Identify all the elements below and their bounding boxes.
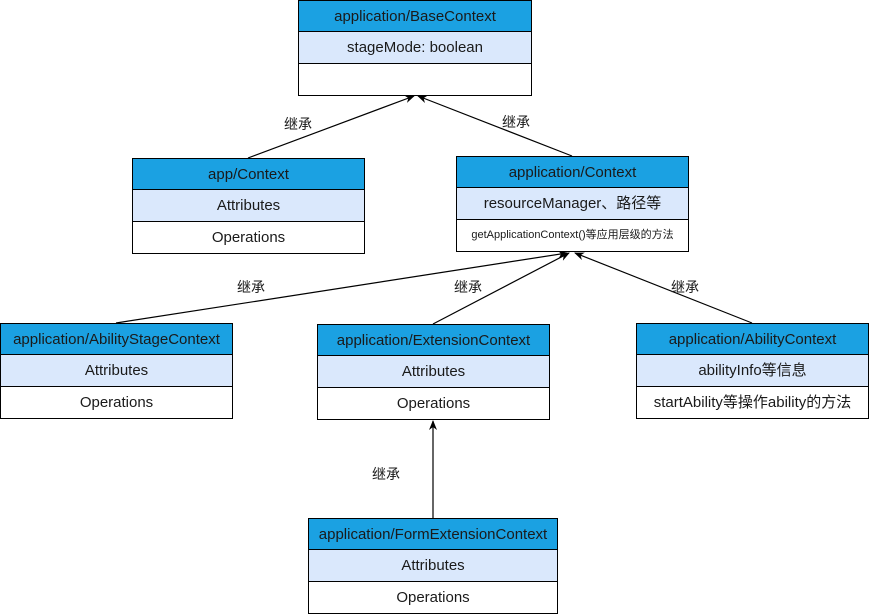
class-operations: Operations (0, 387, 233, 419)
class-form-extension-context[interactable]: application/FormExtensionContext Attribu… (308, 518, 558, 614)
class-attributes: abilityInfo等信息 (636, 355, 869, 387)
class-name: application/ExtensionContext (317, 324, 550, 356)
edge-label: 继承 (502, 114, 530, 130)
edge-application-context-to-base (417, 95, 573, 157)
edge-app-context-to-base (247, 95, 415, 159)
class-attributes: Attributes (0, 355, 233, 387)
class-attributes: stageMode: boolean (298, 32, 532, 64)
class-name: application/AbilityContext (636, 323, 869, 355)
class-attributes: Attributes (132, 190, 365, 222)
class-operations: getApplicationContext()等应用层级的方法 (456, 220, 689, 252)
class-extension-context[interactable]: application/ExtensionContext Attributes … (317, 324, 550, 420)
class-attributes: resourceManager、路径等 (456, 188, 689, 220)
class-operations: Operations (132, 222, 365, 254)
class-application-context[interactable]: application/Context resourceManager、路径等 … (456, 156, 689, 252)
class-operations: Operations (308, 582, 558, 614)
edge-ability-context-to-context (574, 252, 753, 324)
edge-label: 继承 (372, 466, 400, 482)
edge-label: 继承 (454, 279, 482, 295)
edge-label: 继承 (284, 116, 312, 132)
class-attributes: Attributes (308, 550, 558, 582)
edge-label: 继承 (237, 279, 265, 295)
class-name: app/Context (132, 158, 365, 190)
class-operations: startAbility等操作ability的方法 (636, 387, 869, 419)
class-ability-stage-context[interactable]: application/AbilityStageContext Attribut… (0, 323, 233, 419)
edge-label: 继承 (671, 279, 699, 295)
class-app-context[interactable]: app/Context Attributes Operations (132, 158, 365, 254)
edge-ability-stage-to-context (115, 250, 568, 324)
class-base-context[interactable]: application/BaseContext stageMode: boole… (298, 0, 532, 96)
class-attributes: Attributes (317, 356, 550, 388)
class-operations (298, 64, 532, 96)
class-name: application/FormExtensionContext (308, 518, 558, 550)
class-name: application/BaseContext (298, 0, 532, 32)
class-name: application/AbilityStageContext (0, 323, 233, 355)
class-name: application/Context (456, 156, 689, 188)
class-operations: Operations (317, 388, 550, 420)
class-ability-context[interactable]: application/AbilityContext abilityInfo等信… (636, 323, 869, 419)
